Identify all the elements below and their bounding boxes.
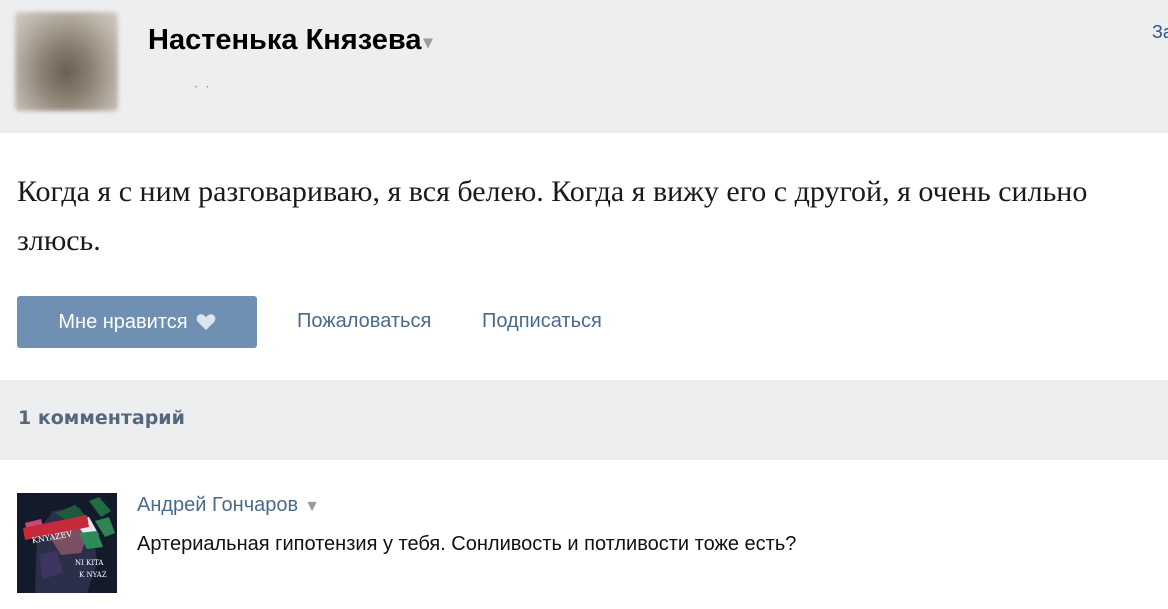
like-button[interactable]: Мне нравится — [17, 296, 257, 348]
comment-author-name[interactable]: Андрей Гончаров — [137, 494, 298, 516]
comments-count[interactable]: 1 комментарий — [18, 407, 185, 429]
chevron-down-icon[interactable]: ▾ — [423, 32, 432, 53]
post-header: Настенька Князева ▾ · · За — [0, 0, 1168, 133]
chevron-down-icon[interactable]: ▼ — [304, 498, 320, 516]
author-name[interactable]: Настенька Князева ▾ — [148, 24, 433, 57]
heart-icon — [196, 313, 216, 331]
author-name-text[interactable]: Настенька Князева — [148, 24, 421, 56]
avatar-lettering-2: NI KITA — [75, 559, 104, 567]
comments-bar: 1 комментарий — [0, 380, 1168, 460]
subscribe-link[interactable]: Подписаться — [482, 310, 602, 333]
header-right-link[interactable]: За — [1152, 22, 1168, 43]
like-button-label: Мне нравится — [58, 310, 188, 333]
comment-text: Артериальная гипотензия у тебя. Сонливос… — [137, 533, 797, 555]
report-link[interactable]: Пожаловаться — [297, 310, 431, 333]
comment-avatar[interactable]: KNYAZEV NI KITA K NYAZ — [17, 493, 117, 593]
comment-author[interactable]: Андрей Гончаров ▼ — [137, 494, 320, 517]
avatar-lettering-3: K NYAZ — [79, 571, 107, 579]
header-dots: · · — [194, 80, 212, 94]
author-avatar[interactable] — [15, 12, 118, 111]
post-text: Когда я с ним разговариваю, я вся белею.… — [17, 175, 1088, 257]
